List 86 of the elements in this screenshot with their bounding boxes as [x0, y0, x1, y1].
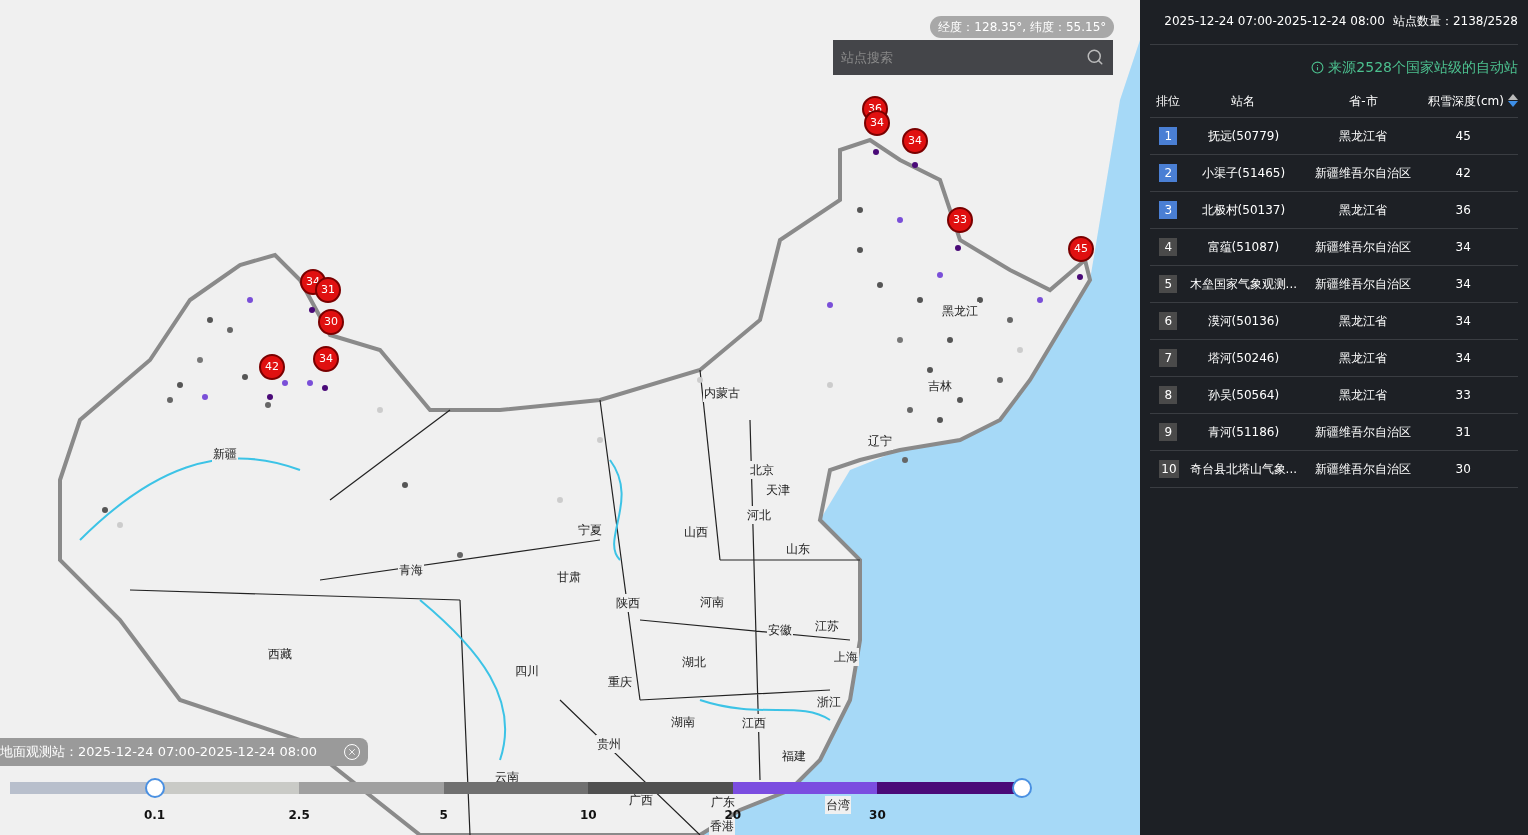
column-header[interactable]: 排位 [1156, 93, 1181, 108]
region-label: 浙江 [816, 693, 842, 711]
province-cell: 新疆维吾尔自治区 [1315, 462, 1412, 476]
time-range: 2025-12-24 07:00-2025-12-24 08:00 [1164, 13, 1385, 30]
province-cell: 新疆维吾尔自治区 [1315, 425, 1412, 439]
rank-badge: 1 [1159, 127, 1178, 145]
rank-badge: 3 [1159, 201, 1178, 219]
search-icon[interactable] [1086, 48, 1105, 66]
rank-badge: 8 [1159, 386, 1178, 404]
region-label: 湖北 [681, 653, 707, 671]
region-label: 河北 [746, 506, 772, 524]
station-name[interactable]: 孙吴(50564) [1207, 388, 1280, 402]
region-label: 北京 [749, 461, 775, 479]
region-label: 甘肃 [556, 568, 582, 586]
column-header[interactable]: 积雪深度(cm) [1428, 91, 1504, 110]
legend-title: 地面观测站：2025-12-24 07:00-2025-12-24 08:00 [0, 743, 317, 762]
station-name[interactable]: 富蕴(51087) [1207, 240, 1280, 254]
station-count: 站点数量：2138/2528 [1392, 13, 1518, 30]
region-label: 宁夏 [577, 521, 603, 539]
snow-depth-cell: 30 [1455, 462, 1471, 476]
legend-tick-label: 0.1 [143, 807, 166, 824]
region-label: 重庆 [607, 673, 633, 691]
rank-badge: 2 [1159, 164, 1178, 182]
region-label: 上海 [833, 648, 859, 666]
coordinates-readout: 经度：128.35°, 纬度：55.15° [930, 16, 1115, 38]
region-label: 辽宁 [867, 432, 893, 450]
region-label: 安徽 [767, 621, 793, 639]
snow-depth-cell: 34 [1455, 314, 1471, 328]
region-label: 湖南 [670, 713, 696, 731]
region-label: 新疆 [212, 445, 238, 463]
region-label: 山东 [785, 540, 811, 558]
rank-badge: 10 [1159, 460, 1179, 478]
region-label: 贵州 [596, 735, 622, 753]
station-name[interactable]: 塔河(50246) [1207, 351, 1280, 365]
rank-badge: 9 [1159, 423, 1178, 441]
region-label: 天津 [765, 481, 791, 499]
snow-depth-cell: 36 [1455, 203, 1471, 217]
region-label: 江苏 [814, 617, 840, 635]
station-name[interactable]: 奇台县北塔山气象... [1189, 462, 1298, 476]
region-label: 江西 [741, 714, 767, 732]
region-label: 青海 [398, 561, 424, 579]
rank-badge: 6 [1159, 312, 1178, 330]
station-name[interactable]: 抚远(50779) [1207, 129, 1280, 143]
legend-tick-label: 2.5 [288, 807, 310, 824]
province-cell: 黑龙江省 [1339, 129, 1388, 143]
province-cell: 黑龙江省 [1339, 388, 1388, 402]
snow-depth-cell: 45 [1455, 129, 1471, 143]
region-label: 黑龙江 [941, 302, 979, 320]
region-label: 西藏 [267, 645, 293, 663]
region-label: 山西 [683, 523, 709, 541]
province-cell: 黑龙江省 [1339, 314, 1388, 328]
legend-tick-label: 5 [439, 807, 448, 824]
station-name[interactable]: 漠河(50136) [1207, 314, 1280, 328]
province-cell: 黑龙江省 [1339, 203, 1388, 217]
column-header[interactable]: 站名 [1231, 93, 1256, 108]
province-cell: 新疆维吾尔自治区 [1315, 166, 1412, 180]
column-header[interactable]: 省-市 [1349, 93, 1378, 108]
source-note: 来源2528个国家站级的自动站 [1328, 58, 1518, 77]
rank-badge: 4 [1159, 238, 1178, 256]
region-label: 台湾 [825, 796, 851, 814]
region-label: 吉林 [927, 377, 953, 395]
station-name[interactable]: 青河(51186) [1207, 425, 1280, 439]
station-name[interactable]: 小渠子(51465) [1201, 166, 1286, 180]
search-field[interactable]: 站点搜索 [833, 40, 1114, 75]
info-icon [1311, 61, 1325, 74]
province-cell: 新疆维吾尔自治区 [1315, 277, 1412, 291]
snow-depth-cell: 34 [1455, 240, 1471, 254]
legend-tick-label: 10 [579, 807, 597, 824]
snow-depth-cell: 34 [1455, 277, 1471, 291]
snow-depth-cell: 42 [1455, 166, 1471, 180]
region-label: 内蒙古 [703, 384, 741, 402]
province-cell: 黑龙江省 [1339, 351, 1388, 365]
region-label: 福建 [781, 747, 807, 765]
station-name[interactable]: 北极村(50137) [1201, 203, 1286, 217]
snow-depth-cell: 34 [1455, 351, 1471, 365]
sort-icon[interactable] [1508, 94, 1518, 107]
region-label: 四川 [514, 662, 540, 680]
region-label: 陕西 [615, 594, 641, 612]
rank-badge: 7 [1159, 349, 1178, 367]
snow-depth-cell: 31 [1455, 425, 1471, 439]
station-name[interactable]: 木垒国家气象观测... [1189, 277, 1298, 291]
legend-tick-label: 30 [869, 807, 886, 824]
province-cell: 新疆维吾尔自治区 [1315, 240, 1412, 254]
rank-badge: 5 [1159, 275, 1178, 293]
snow-depth-cell: 33 [1455, 388, 1471, 402]
region-label: 河南 [699, 593, 725, 611]
